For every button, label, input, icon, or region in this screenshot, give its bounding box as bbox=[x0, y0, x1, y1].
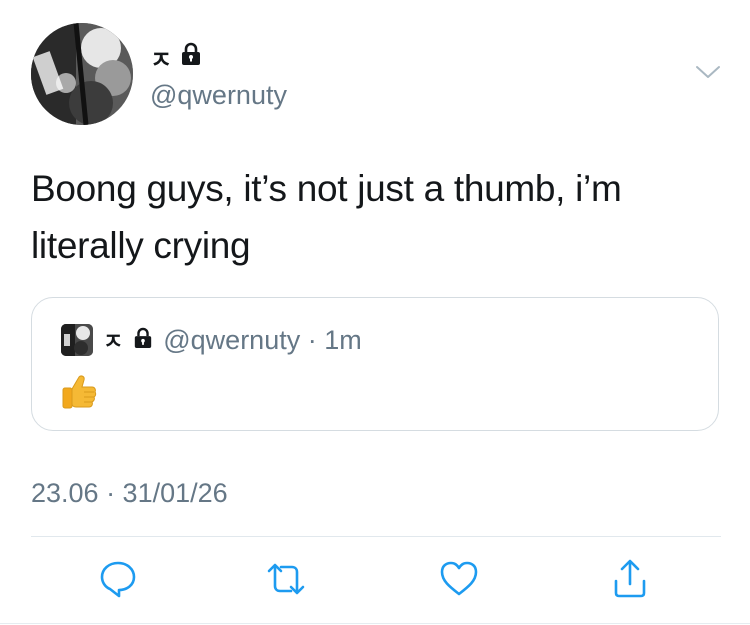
author-name-row[interactable]: ㅈ bbox=[150, 40, 202, 75]
quoted-author-name: ㅈ bbox=[103, 329, 124, 354]
quoted-handle-time: @qwernuty · 1m bbox=[163, 324, 362, 355]
reply-icon[interactable] bbox=[95, 556, 141, 602]
author-handle[interactable]: @qwernuty bbox=[150, 80, 287, 111]
lock-icon bbox=[180, 42, 202, 73]
quoted-avatar bbox=[61, 324, 93, 356]
chevron-down-icon[interactable] bbox=[694, 62, 722, 82]
author-name: ㅈ bbox=[150, 47, 173, 74]
quoted-tweet-card[interactable]: ㅈ @qwernuty · 1m bbox=[31, 297, 719, 431]
action-bar bbox=[0, 556, 750, 602]
retweet-icon[interactable] bbox=[263, 556, 309, 602]
lock-icon bbox=[133, 325, 153, 356]
thumbs-up-icon bbox=[60, 373, 98, 411]
tweet-text: Boong guys, it’s not just a thumb, i’m l… bbox=[31, 168, 622, 266]
quoted-tweet-header: ㅈ @qwernuty · 1m bbox=[61, 324, 362, 356]
heart-icon[interactable] bbox=[436, 556, 482, 602]
tweet-timestamp[interactable]: 23.06 · 31/01/26 bbox=[31, 478, 228, 509]
bottom-divider bbox=[0, 623, 750, 624]
divider bbox=[31, 536, 721, 537]
author-avatar[interactable] bbox=[31, 23, 133, 125]
share-icon[interactable] bbox=[607, 556, 653, 602]
